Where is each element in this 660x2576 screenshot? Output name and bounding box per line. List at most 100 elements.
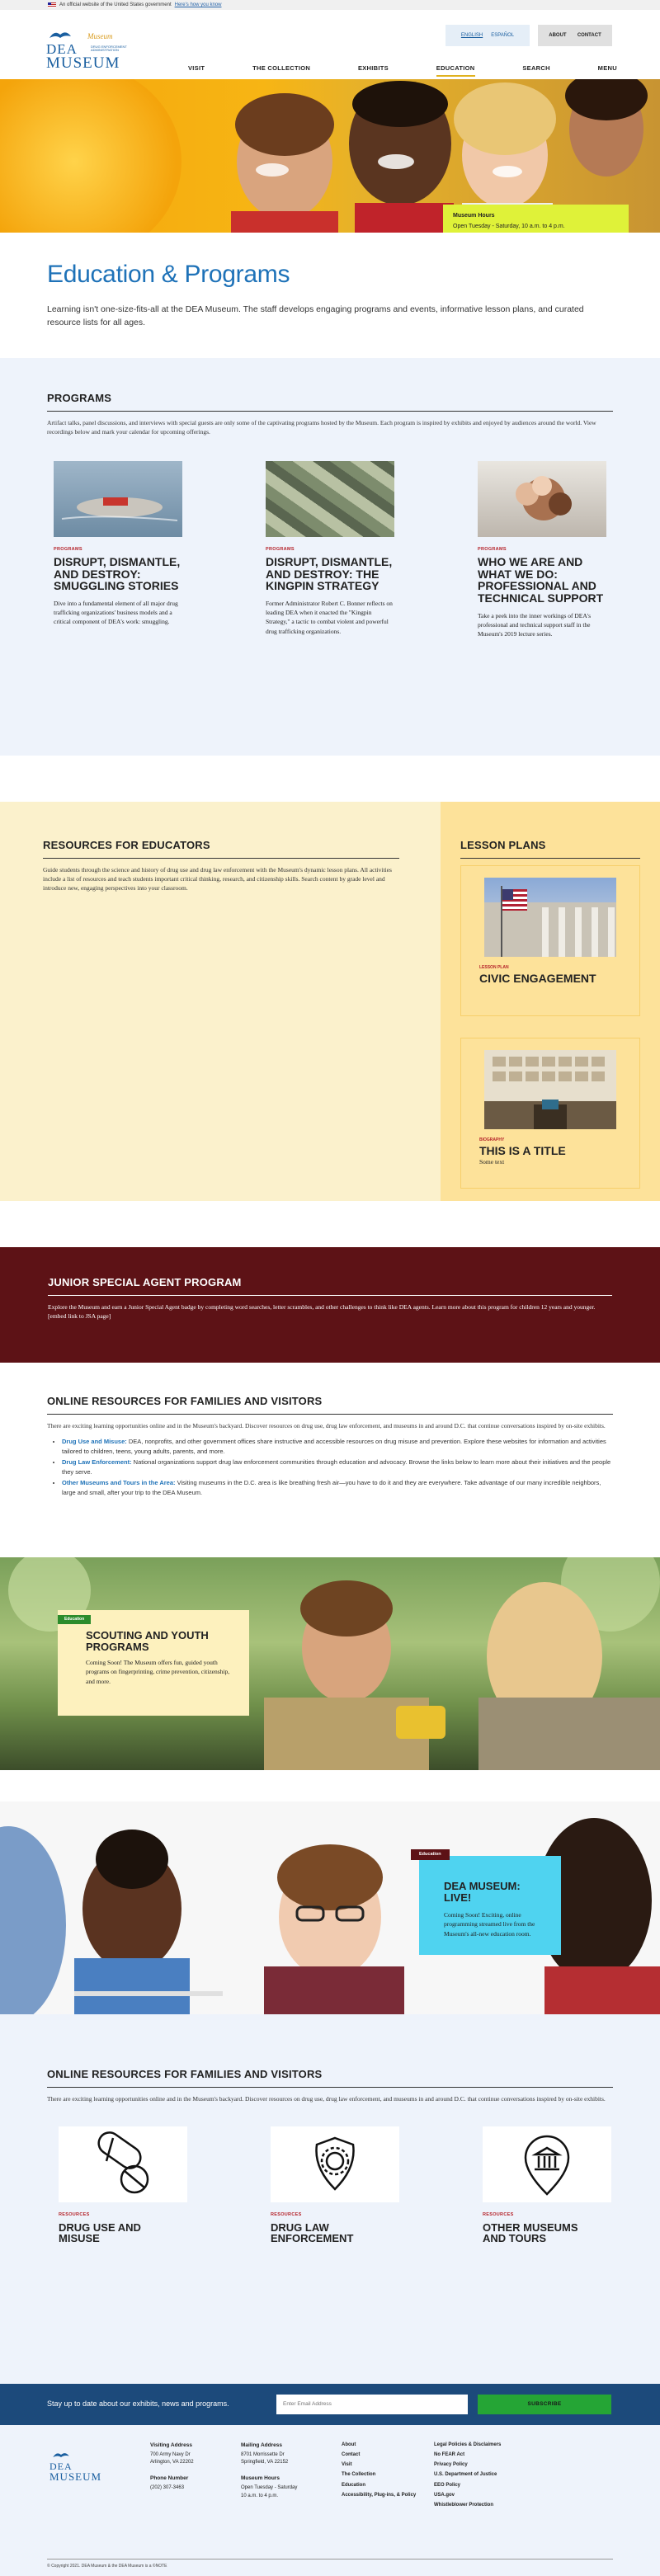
museum-hours-box: Museum Hours Open Tuesday - Saturday, 10…	[443, 205, 629, 233]
page-title: Education & Programs	[47, 261, 290, 288]
card-title[interactable]: WHO WE ARE AND WHAT WE DO: PROFESSIONAL …	[478, 556, 606, 605]
resource-card[interactable]: RESOURCES DRUG LAW ENFORCEMENT	[259, 2126, 401, 2244]
junior-agent-section: JUNIOR SPECIAL AGENT PROGRAM Explore the…	[0, 1246, 660, 1363]
lesson-title[interactable]: THIS IS A TITLE	[479, 1144, 621, 1157]
footer-link[interactable]: Visit	[342, 2461, 424, 2469]
card-title[interactable]: DRUG USE AND MISUSE	[59, 2221, 179, 2244]
programs-lead: Artifact talks, panel discussions, and i…	[47, 418, 596, 436]
card-text: Former Administrator Robert C. Bonner re…	[266, 599, 393, 635]
nav-menu[interactable]: MENU	[598, 64, 617, 77]
lesson-text: Some text	[479, 1158, 505, 1166]
nav-exhibits[interactable]: EXHIBITS	[358, 64, 389, 77]
footer-link[interactable]: Contact	[342, 2451, 424, 2459]
lang-english[interactable]: ENGLISH	[461, 32, 483, 39]
educators-heading: RESOURCES FOR EDUCATORS	[43, 838, 210, 851]
category-tag: Education	[411, 1848, 450, 1861]
footer-link[interactable]: Education	[342, 2482, 424, 2489]
museum-pin-icon	[524, 2135, 570, 2196]
gov-banner-link[interactable]: Here's how you know	[175, 2, 222, 8]
footer-link[interactable]: Legal Policies & Disclaimers	[434, 2442, 525, 2449]
list-item: Other Museums and Tours in the Area: Vis…	[62, 1478, 613, 1497]
card-title[interactable]: OTHER MUSEUMS AND TOURS	[483, 2221, 603, 2244]
list-item: Drug Law Enforcement: National organizat…	[62, 1458, 613, 1476]
nav-education[interactable]: EDUCATION	[436, 64, 475, 77]
hours-title: Museum Hours	[453, 213, 495, 219]
footer-text: 10 a.m. to 4 p.m.	[241, 2493, 279, 2498]
logo-tagline: DRUG ENFORCEMENT ADMINISTRATION	[91, 45, 127, 53]
resource-link[interactable]: Drug Use and Misuse:	[62, 1438, 127, 1445]
lang-spanish[interactable]: ESPAÑOL	[491, 32, 514, 39]
footer-text: 8701 Morrissette Dr	[241, 2451, 285, 2457]
footer-link[interactable]: No FEAR Act	[434, 2451, 525, 2459]
educators-text: Guide students through the science and h…	[43, 865, 392, 892]
footer-heading: Mailing Address	[241, 2442, 282, 2448]
category-tag: Education	[58, 1614, 92, 1624]
card-category: RESOURCES	[59, 2211, 90, 2217]
footer-text: Springfield, VA 22152	[241, 2459, 289, 2465]
footer-link[interactable]: The Collection	[342, 2471, 424, 2479]
gov-banner: An official website of the United States…	[0, 0, 660, 10]
card-text: Dive into a fundamental element of all m…	[54, 599, 178, 626]
language-switcher: ENGLISH ESPAÑOL	[446, 25, 530, 46]
eagle-icon	[53, 2452, 69, 2457]
educators-section: RESOURCES FOR EDUCATORS Guide students t…	[0, 801, 660, 1201]
program-card[interactable]: PROGRAMS WHO WE ARE AND WHAT WE DO: PROF…	[471, 461, 613, 638]
card-category: RESOURCES	[271, 2211, 302, 2217]
subscribe-button[interactable]: SUBSCRIBE	[478, 2394, 611, 2414]
nav-visit[interactable]: VISIT	[188, 64, 205, 77]
footer-link[interactable]: EEO Policy	[434, 2482, 525, 2489]
divider	[47, 2086, 613, 2088]
footer-col-links2: Legal Policies & Disclaimers No FEAR Act…	[434, 2442, 525, 2512]
scouting-banner: Education SCOUTING AND YOUTH PROGRAMS Co…	[0, 1556, 660, 1770]
footer-link[interactable]: U.S. Department of Justice	[434, 2471, 525, 2479]
card-title[interactable]: DISRUPT, DISMANTLE, AND DESTROY: SMUGGLI…	[54, 556, 182, 592]
footer-phone[interactable]: (202) 307-3463	[150, 2484, 194, 2492]
lesson-card[interactable]: BIOGRAPHY THIS IS A TITLE Some text	[460, 1037, 640, 1189]
lesson-image-exhibit	[484, 1049, 616, 1129]
card-title[interactable]: DISRUPT, DISMANTLE, AND DESTROY: THE KIN…	[266, 556, 394, 592]
card-category: PROGRAMS	[478, 547, 507, 553]
online-lead: There are exciting learning opportunitie…	[47, 1421, 606, 1429]
dea-museum-logo[interactable]: Museum DEA DRUG ENFORCEMENT ADMINISTRATI…	[46, 16, 137, 73]
divider	[48, 1294, 612, 1296]
program-card[interactable]: PROGRAMS DISRUPT, DISMANTLE, AND DESTROY…	[259, 461, 401, 638]
nav-collection[interactable]: THE COLLECTION	[252, 64, 310, 77]
contact-button[interactable]: CONTACT	[578, 32, 601, 39]
live-title[interactable]: DEA MUSEUM: LIVE!	[444, 1880, 548, 1905]
footer-col-links1: About Contact Visit The Collection Educa…	[342, 2442, 424, 2503]
scouting-card[interactable]: Education SCOUTING AND YOUTH PROGRAMS Co…	[58, 1609, 249, 1716]
footer-heading: Visiting Address	[150, 2442, 192, 2448]
badge-icon	[315, 2136, 355, 2191]
scouting-title[interactable]: SCOUTING AND YOUTH PROGRAMS	[86, 1629, 233, 1654]
card-category: PROGRAMS	[54, 547, 82, 553]
footer-link[interactable]: Privacy Policy	[434, 2461, 525, 2469]
lesson-title[interactable]: CIVIC ENGAGEMENT	[479, 972, 621, 985]
divider	[47, 410, 613, 412]
footer-link[interactable]: Whistleblower Protection	[434, 2502, 525, 2509]
live-card[interactable]: Education DEA MUSEUM: LIVE! Coming Soon!…	[411, 1848, 561, 1955]
card-category: RESOURCES	[483, 2211, 514, 2217]
divider	[43, 857, 399, 859]
resource-card[interactable]: RESOURCES OTHER MUSEUMS AND TOURS	[471, 2126, 613, 2244]
lesson-card[interactable]: LESSON PLAN CIVIC ENGAGEMENT	[460, 864, 640, 1016]
program-card[interactable]: PROGRAMS DISRUPT, DISMANTLE, AND DESTROY…	[47, 461, 189, 638]
card-title[interactable]: DRUG LAW ENFORCEMENT	[271, 2221, 391, 2244]
divider	[47, 1413, 613, 1415]
resource-card[interactable]: RESOURCES DRUG USE AND MISUSE	[47, 2126, 189, 2244]
footer-logo[interactable]: DEA MUSEUM	[50, 2448, 116, 2489]
footer-link[interactable]: Accessibility, Plug-ins, & Policy	[342, 2492, 424, 2499]
divider	[47, 2558, 613, 2560]
footer-heading: Museum Hours	[241, 2475, 280, 2482]
gov-banner-text: An official website of the United States…	[59, 2, 172, 7]
nav-search[interactable]: SEARCH	[522, 64, 549, 77]
site-footer: DEA MUSEUM Visiting Address 700 Army Nav…	[0, 2424, 660, 2576]
resource-link[interactable]: Drug Law Enforcement:	[62, 1458, 132, 1466]
footer-link[interactable]: USA.gov	[434, 2492, 525, 2499]
lesson-category: LESSON PLAN	[479, 964, 509, 970]
card-text: Take a peek into the inner workings of D…	[478, 611, 592, 638]
about-button[interactable]: ABOUT	[549, 32, 566, 39]
hours-text: Open Tuesday - Saturday, 10 a.m. to 4 p.…	[453, 223, 565, 229]
resource-link[interactable]: Other Museums and Tours in the Area:	[62, 1479, 176, 1486]
email-input[interactable]	[276, 2394, 468, 2414]
footer-link[interactable]: About	[342, 2442, 424, 2449]
